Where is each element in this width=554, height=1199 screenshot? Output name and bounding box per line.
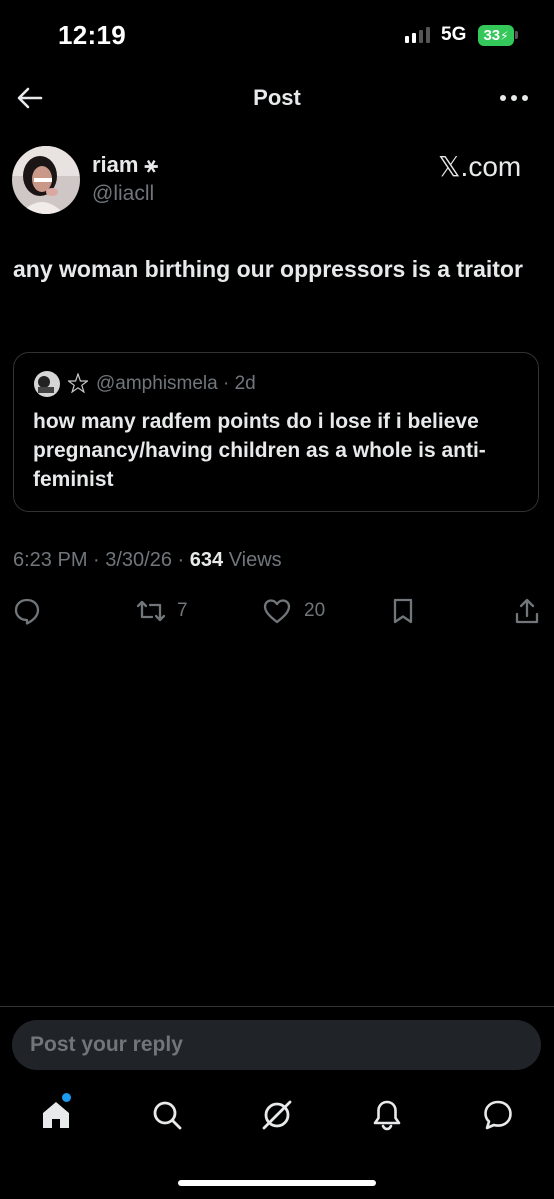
quoted-text: how many radfem points do i lose if i be… bbox=[33, 410, 486, 491]
grok-icon[interactable] bbox=[261, 1099, 293, 1131]
avatar[interactable] bbox=[12, 146, 80, 214]
share-icon[interactable] bbox=[513, 597, 541, 625]
status-time: 12:19 bbox=[58, 20, 126, 50]
quoted-post[interactable]: @amphismela · 2d how many radfem points … bbox=[13, 352, 539, 512]
notification-dot bbox=[62, 1093, 71, 1102]
post-time: 6:23 PM · 3/30/26 · bbox=[13, 549, 190, 571]
battery-tip bbox=[515, 31, 518, 39]
home-indicator[interactable] bbox=[178, 1180, 376, 1186]
page-title: Post bbox=[253, 85, 301, 110]
repost-count: 7 bbox=[177, 600, 188, 621]
author-handle[interactable]: @liacll bbox=[92, 182, 154, 206]
post-meta: 6:23 PM · 3/30/26 · 634 Views bbox=[13, 549, 282, 572]
divider bbox=[0, 1006, 554, 1007]
views-count: 634 bbox=[189, 549, 224, 571]
heart-icon[interactable] bbox=[262, 597, 291, 625]
search-icon[interactable] bbox=[151, 1099, 183, 1131]
quoted-avatar[interactable] bbox=[34, 371, 60, 397]
battery-icon: 33 ⚡ bbox=[478, 25, 514, 46]
reply-icon[interactable] bbox=[13, 597, 41, 625]
like-count: 20 bbox=[304, 600, 326, 621]
author-symbol: ⚹ bbox=[144, 152, 158, 177]
quoted-handle[interactable]: @amphismela · 2d bbox=[96, 373, 256, 395]
notifications-icon[interactable] bbox=[371, 1099, 403, 1131]
post-text: any woman birthing our oppressors is a t… bbox=[13, 256, 523, 282]
more-horizontal-icon[interactable] bbox=[498, 85, 530, 111]
network-type: 5G bbox=[441, 24, 467, 45]
home-icon[interactable] bbox=[40, 1099, 72, 1131]
battery-level: 33 bbox=[483, 27, 501, 44]
author-name[interactable]: riam ⚹ bbox=[92, 152, 158, 178]
source-label: 𝕏.com bbox=[438, 151, 522, 182]
signal-icon bbox=[405, 27, 430, 43]
repost-icon[interactable] bbox=[136, 597, 166, 625]
views-label: Views bbox=[223, 549, 282, 571]
messages-icon[interactable] bbox=[482, 1099, 514, 1131]
reply-input[interactable]: Post your reply bbox=[12, 1020, 541, 1070]
bookmark-icon[interactable] bbox=[389, 597, 417, 625]
pentagram-icon bbox=[68, 373, 88, 393]
